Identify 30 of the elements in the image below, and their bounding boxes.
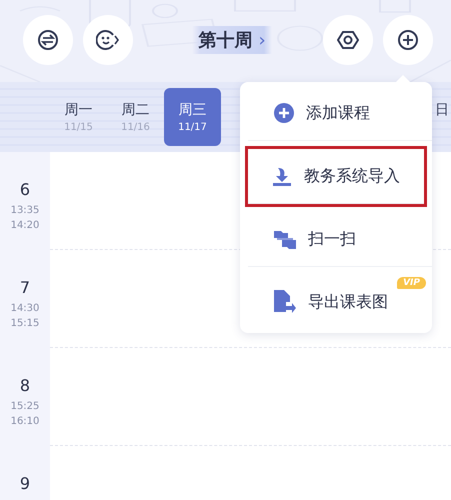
period-number: 8 — [20, 376, 30, 395]
settings-icon — [336, 29, 359, 51]
period-number: 7 — [20, 278, 30, 297]
day-tab[interactable]: 周三 11/17 — [164, 88, 221, 146]
day-tab[interactable]: 周一 11/15 — [50, 88, 107, 146]
menu-item[interactable]: 教务系统导入 — [248, 149, 424, 204]
period-time: 14:30 — [10, 303, 40, 314]
plus-icon — [274, 103, 294, 123]
plus-icon — [396, 29, 419, 51]
period-time: 16:10 — [10, 416, 40, 427]
face-icon — [96, 29, 120, 51]
menu-item[interactable]: 添加课程 — [248, 86, 432, 141]
period-time: 13:35 — [10, 205, 40, 216]
face-button[interactable] — [83, 15, 133, 65]
week-selector[interactable]: 第十周 › — [192, 26, 272, 54]
file-export-icon — [274, 290, 296, 314]
period-time: 15:25 — [10, 401, 40, 412]
menu-item[interactable]: 扫一扫 — [248, 212, 432, 267]
folder-icon — [274, 229, 296, 249]
day-label: 日 — [435, 101, 449, 119]
swap-icon — [37, 29, 59, 51]
download-icon — [272, 166, 292, 186]
period-time: 14:20 — [10, 220, 40, 231]
switch-button[interactable] — [23, 15, 73, 65]
day-tab[interactable]: 周二 11/16 — [107, 88, 164, 146]
period-number: 6 — [20, 180, 30, 199]
period-number: 9 — [20, 474, 30, 493]
vip-badge: VIP — [397, 277, 426, 289]
menu-item[interactable]: 导出课表图 VIP — [248, 275, 432, 329]
period-time: 15:15 — [10, 318, 40, 329]
